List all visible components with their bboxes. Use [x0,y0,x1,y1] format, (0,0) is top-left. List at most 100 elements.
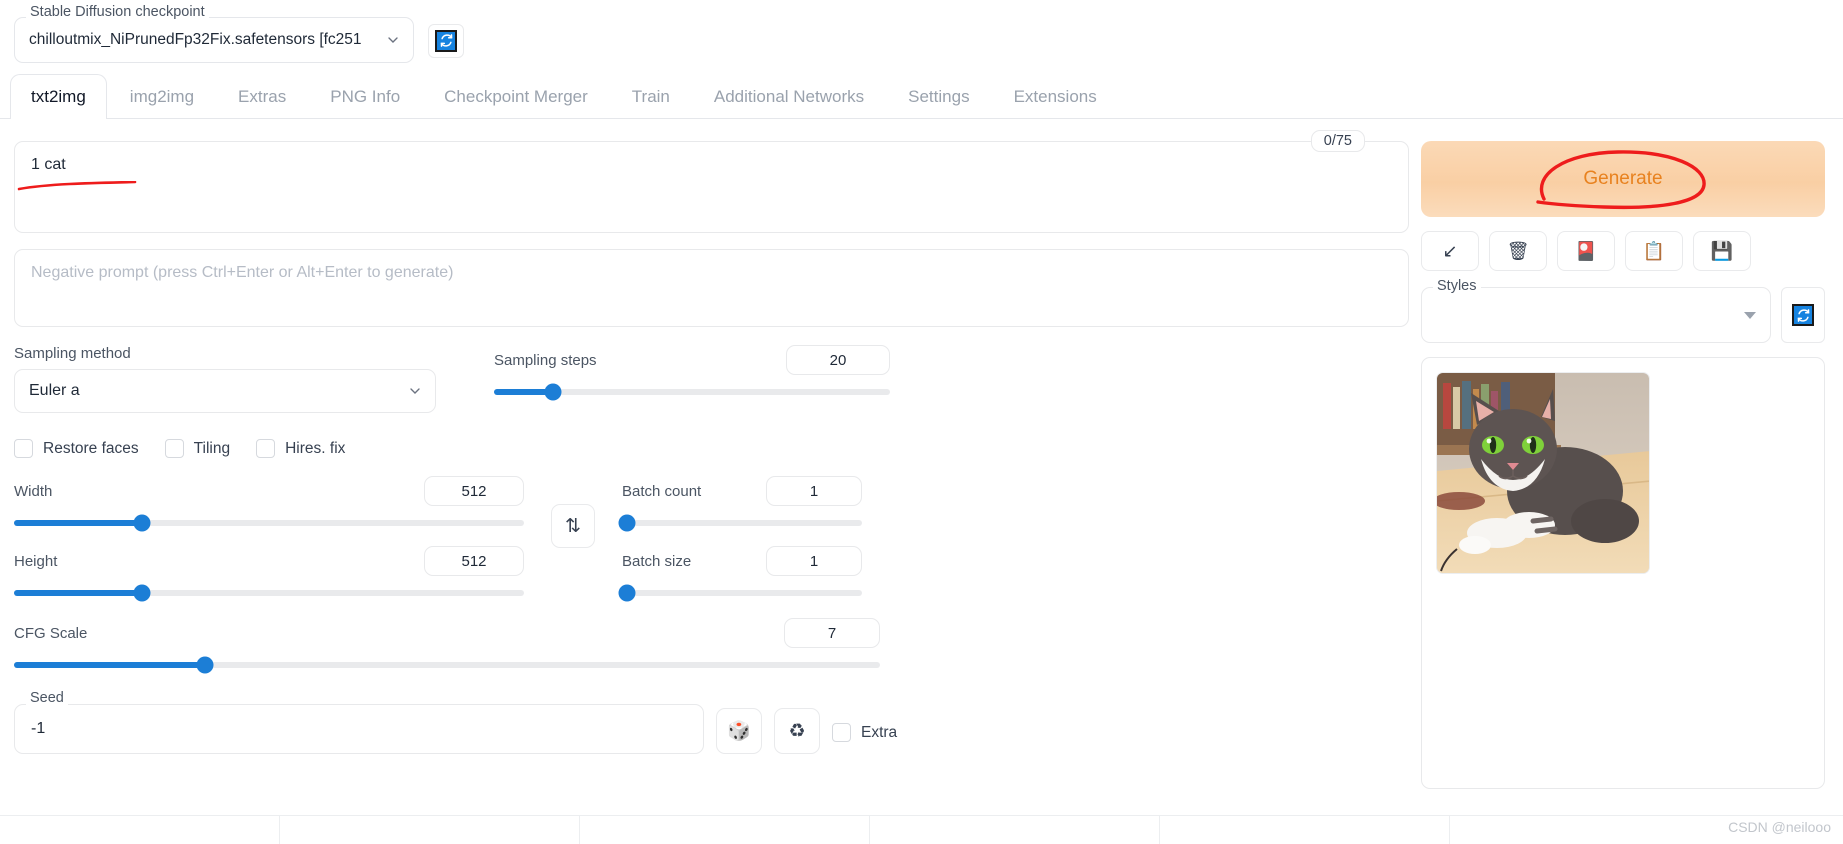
slider-fill [14,590,142,596]
extra-seed-checkbox[interactable]: Extra [832,723,897,754]
reuse-seed-button[interactable]: ♻ [774,708,820,754]
sampling-steps-block: Sampling steps 20 [494,345,890,413]
checkpoint-refresh-button[interactable] [428,24,464,58]
left-panel: 0/75 1 cat Negative prompt (press Ctrl+E… [14,129,1409,789]
sampling-method-dropdown[interactable]: Euler a [14,369,436,413]
checkpoint-label: Stable Diffusion checkpoint [26,4,209,20]
swap-dimensions-button[interactable]: ⇅ [551,504,595,548]
prompt-input[interactable]: 1 cat [14,141,1409,233]
slider-knob[interactable] [133,585,150,602]
tab-txt2img[interactable]: txt2img [10,74,107,119]
hires-fix-label: Hires. fix [285,440,345,458]
styles-refresh-button[interactable] [1781,287,1825,343]
checkbox-box [832,723,851,742]
tab-img2img[interactable]: img2img [109,74,215,119]
width-slider[interactable] [14,520,524,526]
result-gallery[interactable] [1421,357,1825,789]
slider-knob[interactable] [196,657,213,674]
bottom-status-bar [0,815,1843,843]
generate-button-label: Generate [1583,168,1662,190]
slider-knob[interactable] [545,384,562,401]
sampling-method-block: Sampling method Euler a [14,345,436,413]
styles-row: Styles [1421,287,1825,343]
token-counter: 0/75 [1311,130,1365,152]
tab-settings[interactable]: Settings [887,74,990,119]
tab-train[interactable]: Train [611,74,691,119]
seed-field-wrapper: Seed -1 [14,698,704,754]
batch-count-slider[interactable] [622,520,862,526]
tab-additional-networks[interactable]: Additional Networks [693,74,885,119]
cfg-scale-slider[interactable] [14,662,880,668]
sampling-method-value: Euler a [29,382,407,400]
generate-tool-row: ↙ 🗑 🎴 📋 💾 [1421,231,1825,271]
clear-prompt-button[interactable]: 🗑 [1489,231,1547,271]
batch-size-value[interactable]: 1 [766,546,862,576]
checkpoint-value: chilloutmix_NiPrunedFp32Fix.safetensors … [29,31,385,49]
hires-fix-checkbox[interactable]: Hires. fix [256,439,345,458]
clipboard-icon: 📋 [1643,241,1665,262]
bottom-segment [870,816,1160,844]
height-head: Height 512 [14,546,524,576]
checkbox-box [14,439,33,458]
save-style-button[interactable]: 💾 [1693,231,1751,271]
checkbox-box [165,439,184,458]
restore-faces-label: Restore faces [43,440,139,458]
swap-dimensions-wrapper: ⇅ [524,476,622,548]
styles-label: Styles [1433,278,1481,294]
slider-knob[interactable] [618,585,635,602]
slider-fill [14,662,205,668]
restore-faces-checkbox[interactable]: Restore faces [14,439,139,458]
dimensions-block: Width 512 Height 512 [14,476,524,596]
refresh-icon [435,30,457,52]
sampling-steps-label: Sampling steps [494,352,597,369]
tab-extras[interactable]: Extras [217,74,307,119]
main-content: 0/75 1 cat Negative prompt (press Ctrl+E… [0,119,1843,789]
width-label: Width [14,483,52,500]
swap-arrows-icon: ⇅ [565,515,581,538]
cfg-scale-block: CFG Scale 7 [14,618,880,668]
width-value[interactable]: 512 [424,476,524,506]
tab-extensions[interactable]: Extensions [993,74,1118,119]
seed-input[interactable]: -1 [14,704,704,754]
checkpoint-dropdown[interactable]: chilloutmix_NiPrunedFp32Fix.safetensors … [14,17,414,63]
refresh-icon [1792,304,1814,326]
sampling-method-label: Sampling method [14,345,436,362]
seed-row: Seed -1 🎲 ♻ Extra [14,698,1409,754]
send-to-arrow-icon: ↙ [1442,241,1457,262]
save-floppy-icon: 💾 [1711,241,1733,262]
tab-checkpoint-merger[interactable]: Checkpoint Merger [423,74,609,119]
batch-count-value[interactable]: 1 [766,476,862,506]
batch-count-head: Batch count 1 [622,476,862,506]
generate-button[interactable]: Generate [1421,141,1825,217]
bottom-segment [280,816,580,844]
generated-cat-image[interactable] [1436,372,1650,574]
cfg-scale-label: CFG Scale [14,625,87,642]
sampling-steps-slider[interactable] [494,389,890,395]
chevron-down-icon [385,32,401,48]
checkbox-box [256,439,275,458]
watermark: CSDN @neilooo [1728,819,1831,835]
tiling-checkbox[interactable]: Tiling [165,439,230,458]
send-to-button[interactable]: ↙ [1421,231,1479,271]
slider-knob[interactable] [618,515,635,532]
tiling-label: Tiling [194,440,230,458]
styles-dropdown[interactable] [1421,287,1771,343]
checkpoint-select-wrapper: Stable Diffusion checkpoint chilloutmix_… [14,8,414,63]
extra-networks-button[interactable]: 🎴 [1557,231,1615,271]
paint-card-icon: 🎴 [1575,241,1597,262]
generation-settings: Sampling method Euler a Sampling steps 2… [14,345,1409,754]
batch-size-slider[interactable] [622,590,862,596]
batch-count-label: Batch count [622,483,701,500]
sampling-steps-value[interactable]: 20 [786,345,890,375]
random-seed-button[interactable]: 🎲 [716,708,762,754]
batch-size-head: Batch size 1 [622,546,862,576]
slider-knob[interactable] [133,515,150,532]
height-value[interactable]: 512 [424,546,524,576]
sampling-steps-head: Sampling steps 20 [494,345,890,375]
height-slider[interactable] [14,590,524,596]
negative-prompt-input[interactable]: Negative prompt (press Ctrl+Enter or Alt… [14,249,1409,327]
extra-label: Extra [861,724,897,742]
tab-png-info[interactable]: PNG Info [309,74,421,119]
apply-style-button[interactable]: 📋 [1625,231,1683,271]
cfg-scale-value[interactable]: 7 [784,618,880,648]
